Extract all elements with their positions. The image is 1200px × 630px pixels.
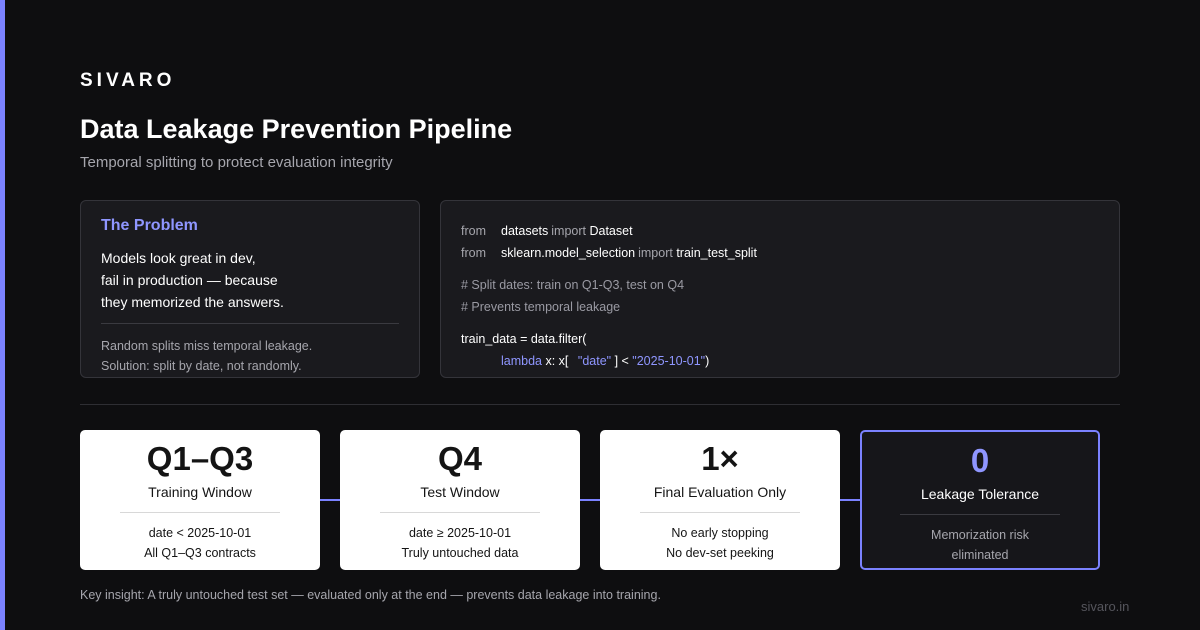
card-value: 0 xyxy=(970,442,990,479)
code-lambda-line: lambda x: x[ "date" ] < "2025-10-01") xyxy=(461,350,1099,372)
code-name: Dataset xyxy=(589,224,633,238)
card-note: No dev-set peeking xyxy=(666,546,774,560)
card-test-window: Q4 Test Window date ≥ 2025-10-01 Truly u… xyxy=(340,430,580,570)
card-label: Leakage Tolerance xyxy=(920,486,1040,502)
card-note: date < 2025-10-01 xyxy=(148,526,252,540)
card-training-window: Q1–Q3 Training Window date < 2025-10-01 … xyxy=(80,430,320,570)
code-keyword: import xyxy=(638,246,673,260)
problem-panel: The Problem Models look great in dev, fa… xyxy=(80,200,420,378)
footer-url: sivaro.in xyxy=(1081,599,1130,614)
page-title: Data Leakage Prevention Pipeline xyxy=(80,114,513,144)
problem-line: fail in production — because xyxy=(101,272,278,288)
code-keyword: from xyxy=(461,246,486,260)
card-note: No early stopping xyxy=(671,526,769,540)
problem-note: Random splits miss temporal leakage. xyxy=(101,339,313,353)
problem-note: Solution: split by date, not randomly. xyxy=(101,359,302,373)
code-import-line: from datasets import Dataset xyxy=(461,220,1099,242)
code-comment: # Prevents temporal leakage xyxy=(461,300,621,314)
card-label: Test Window xyxy=(420,484,500,500)
card-divider xyxy=(640,512,800,513)
page-subtitle: Temporal splitting to protect evaluation… xyxy=(80,154,393,171)
code-lambda-arg: x: x[ xyxy=(542,354,569,368)
key-insight: Key insight: A truly untouched test set … xyxy=(80,588,661,602)
code-panel: from datasets import Dataset from sklearn.m… xyxy=(440,200,1120,378)
accent-bar xyxy=(0,0,5,630)
code-assign-line: train_data = data.filter( xyxy=(461,332,587,346)
card-value: 1× xyxy=(701,440,739,477)
problem-line: they memorized the answers. xyxy=(101,294,284,310)
card-note: date ≥ 2025-10-01 xyxy=(408,526,512,540)
code-import-line: from sklearn.model_selection import train_… xyxy=(461,242,1099,264)
code-comment: # Split dates: train on Q1-Q3, test on Q… xyxy=(461,278,685,292)
code-module: datasets xyxy=(501,224,549,238)
code-module: sklearn.model_selection xyxy=(501,246,636,260)
section-divider xyxy=(80,404,1120,405)
problem-line: Models look great in dev, xyxy=(101,250,256,266)
card-divider xyxy=(900,514,1060,515)
card-note: All Q1–Q3 contracts xyxy=(144,546,256,560)
code-string-value: "2025-10-01" xyxy=(632,354,706,368)
card-divider xyxy=(120,512,280,513)
problem-title: The Problem xyxy=(101,217,198,234)
code-lambda-keyword: lambda xyxy=(501,354,542,368)
card-value: Q4 xyxy=(437,440,483,477)
code-keyword: import xyxy=(551,224,586,238)
brand-logo: SIVARO xyxy=(80,70,176,91)
card-leakage-tolerance: 0 Leakage Tolerance Memorization risk el… xyxy=(860,430,1100,570)
card-divider xyxy=(380,512,540,513)
code-close: ) xyxy=(705,354,710,368)
code-operator: ] < xyxy=(614,354,633,368)
code-keyword: from xyxy=(461,224,486,238)
problem-divider xyxy=(101,323,399,324)
card-value: Q1–Q3 xyxy=(146,440,254,477)
card-label: Final Evaluation Only xyxy=(653,484,787,500)
card-note: eliminated xyxy=(951,548,1009,562)
card-final-evaluation: 1× Final Evaluation Only No early stoppi… xyxy=(600,430,840,570)
card-note: Memorization risk xyxy=(931,528,1029,542)
code-name: train_test_split xyxy=(676,246,757,260)
card-note: Truly untouched data xyxy=(401,546,519,560)
code-string-key: "date" xyxy=(577,354,612,368)
card-label: Training Window xyxy=(148,484,252,500)
